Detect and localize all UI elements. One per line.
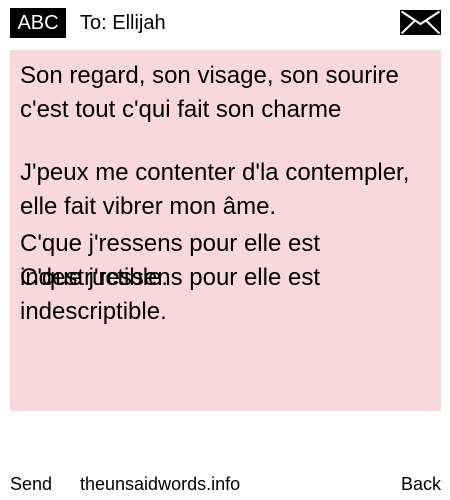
softkey-bar: Send theunsaidwords.info Back <box>0 470 450 498</box>
envelope-icon <box>400 10 441 35</box>
recipient-label: To: Ellijah <box>80 12 166 34</box>
back-button[interactable]: Back <box>401 470 441 498</box>
message-line: C'que j'ressens pour elle est indescript… <box>20 264 320 325</box>
send-button[interactable]: Send <box>10 470 52 498</box>
website-label: theunsaidwords.info <box>80 474 241 494</box>
message-compose-screen: ABC To: Ellijah Son regard, son visage, … <box>0 0 450 500</box>
message-line: Son regard, son visage, son sourire c'es… <box>20 62 399 123</box>
input-mode-badge[interactable]: ABC <box>10 8 66 38</box>
message-body-input[interactable]: Son regard, son visage, son sourire c'es… <box>10 50 441 411</box>
message-line: J'peux me contenter d'la contempler, ell… <box>20 159 410 220</box>
compose-header: ABC To: Ellijah <box>0 0 450 46</box>
